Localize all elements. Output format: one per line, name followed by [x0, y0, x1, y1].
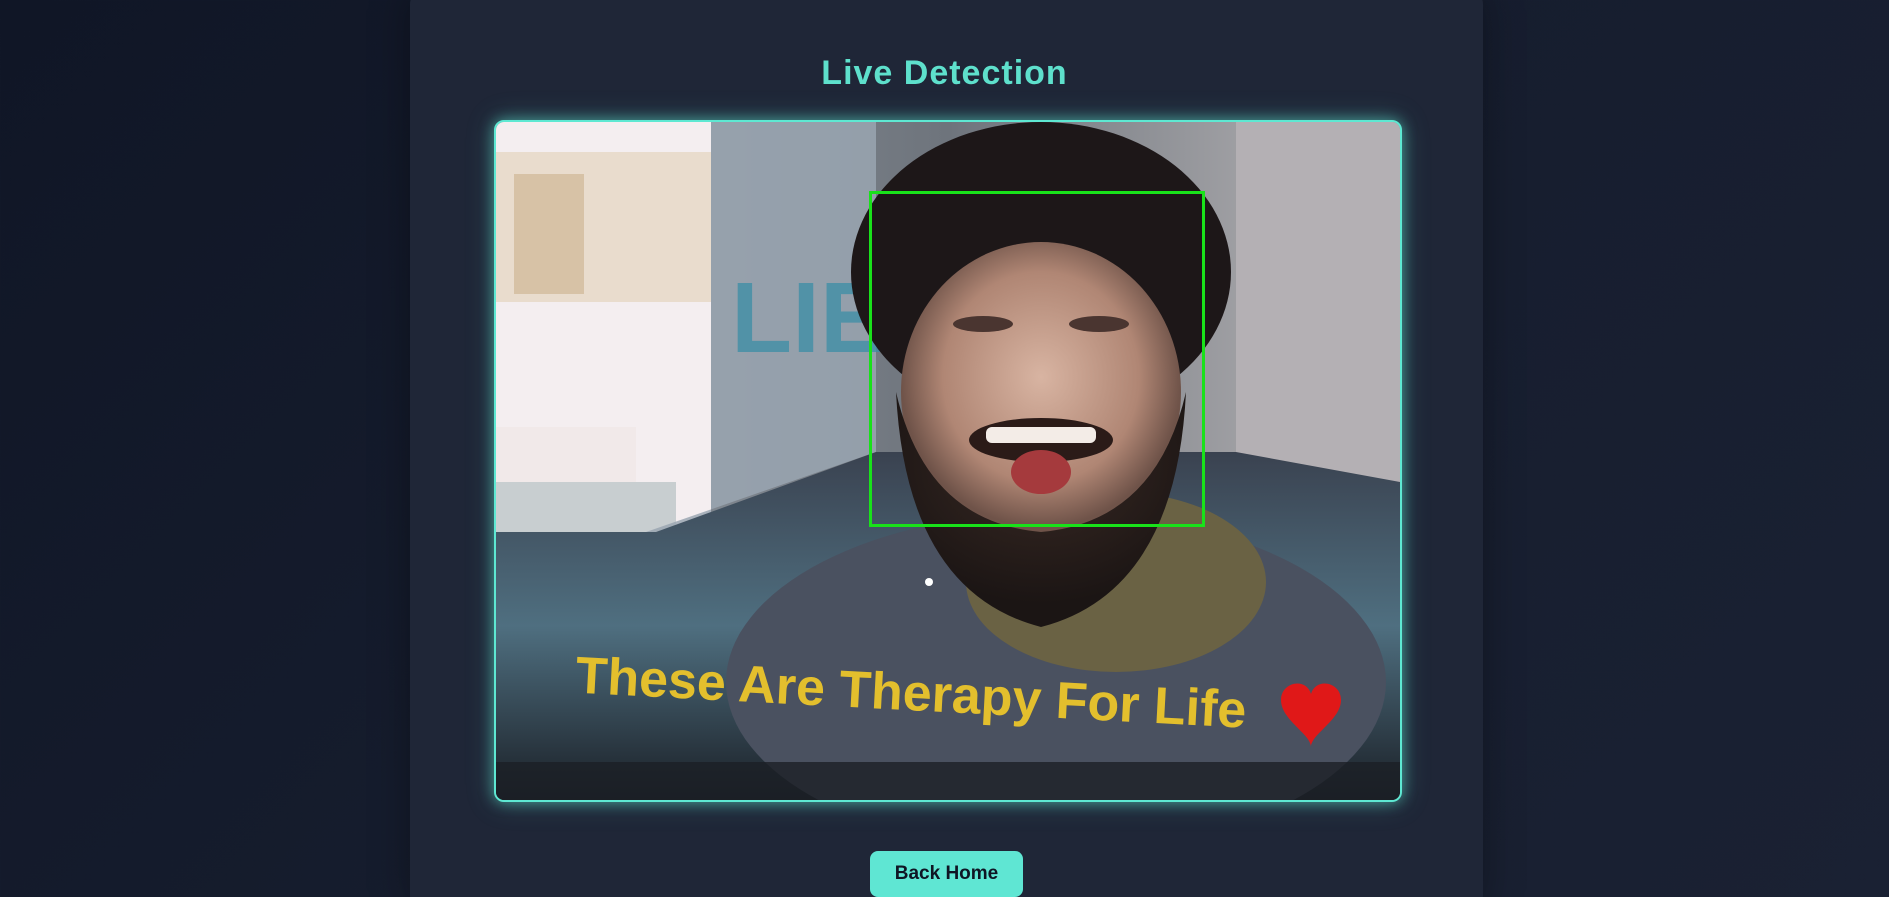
live-video-feed: LIE These Are Therapy For Life — [494, 120, 1402, 802]
face-detection-box — [869, 191, 1205, 527]
back-home-button[interactable]: Back Home — [870, 851, 1023, 897]
page-title: Live Detection — [821, 54, 1068, 92]
